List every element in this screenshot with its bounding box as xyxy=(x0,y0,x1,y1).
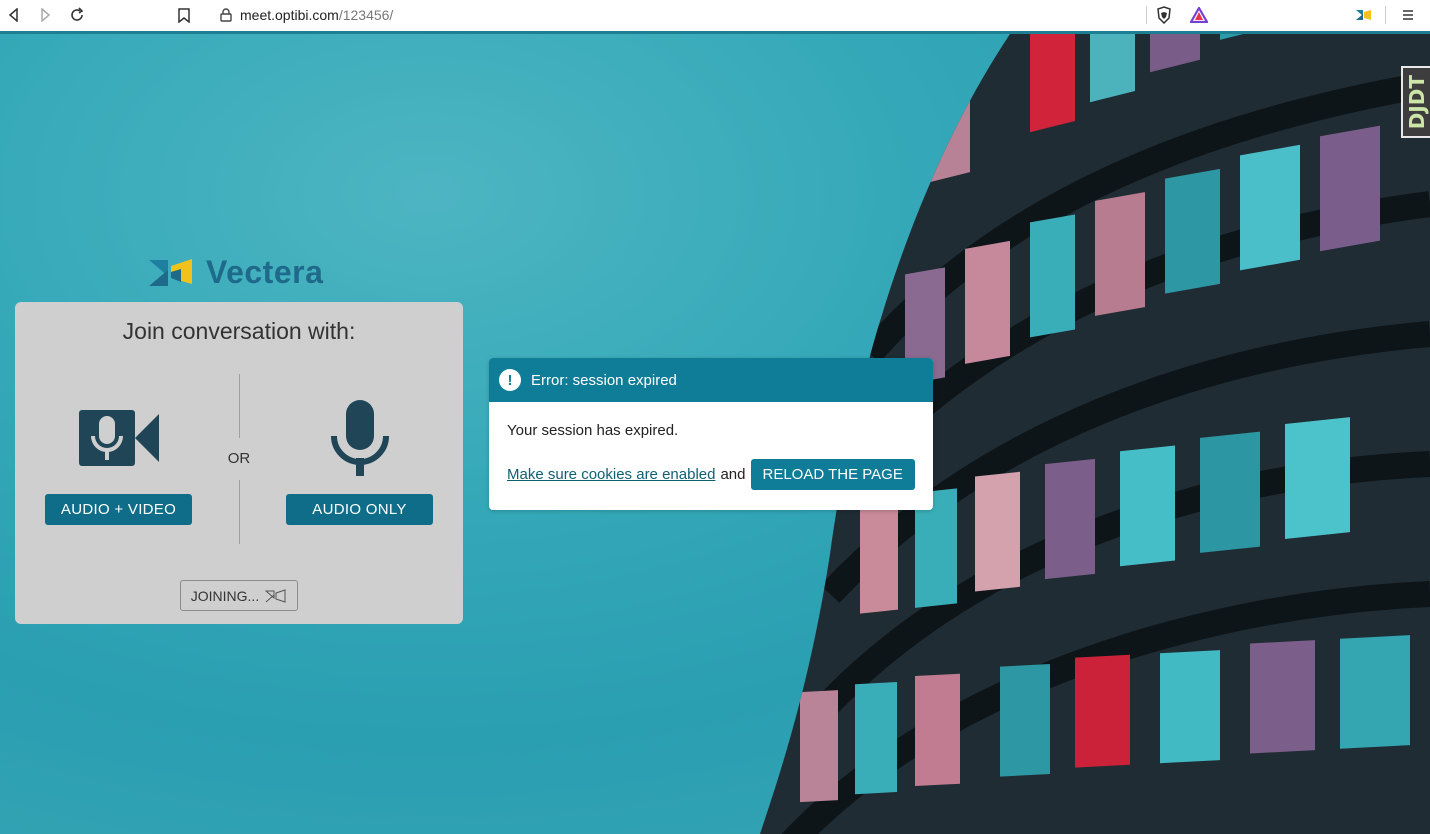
and-text: and xyxy=(720,466,746,483)
camera-icon[interactable] xyxy=(79,408,159,473)
shield-icon xyxy=(1157,6,1171,24)
debug-toolbar-label: DJDT xyxy=(1404,74,1429,130)
audio-video-button[interactable]: AUDIO + VIDEO xyxy=(45,494,192,525)
microphone-icon[interactable] xyxy=(331,400,389,481)
menu-button[interactable] xyxy=(1398,5,1418,25)
joining-label: JOINING... xyxy=(190,587,260,604)
browser-toolbar: meet.optibi.com/123456/ xyxy=(0,0,1430,34)
hamburger-icon xyxy=(1403,10,1413,20)
address-bar[interactable]: meet.optibi.com/123456/ xyxy=(208,3,1216,27)
forward-button[interactable] xyxy=(35,5,55,25)
logo-outline-icon xyxy=(265,588,286,603)
separator-bottom xyxy=(239,480,240,544)
dialog-message: Your session has expired. xyxy=(507,422,679,439)
toolbar-divider xyxy=(1385,6,1386,24)
vectera-extension-icon xyxy=(1356,10,1371,20)
lock-icon xyxy=(220,8,232,22)
join-title: Join conversation with: xyxy=(122,318,356,344)
separator-top xyxy=(239,374,240,438)
cookies-link[interactable]: Make sure cookies are enabled xyxy=(507,466,715,483)
logo-mark-icon xyxy=(149,259,192,286)
brave-shields-button[interactable] xyxy=(1154,5,1174,25)
extension-button[interactable] xyxy=(1354,5,1374,25)
bookmark-button[interactable] xyxy=(174,5,194,25)
brave-rewards-button[interactable] xyxy=(1189,5,1209,25)
rewards-triangle-icon xyxy=(1190,7,1208,23)
reload-browser-button[interactable] xyxy=(67,5,87,25)
dialog-header: ! Error: session expired xyxy=(489,358,933,402)
or-label: OR xyxy=(227,450,251,467)
url-host: meet.optibi.com xyxy=(240,7,339,23)
dialog-title: Error: session expired xyxy=(531,371,677,389)
back-button[interactable] xyxy=(4,5,24,25)
error-dialog: ! Error: session expired Your session ha… xyxy=(489,358,933,510)
logo-text: Vectera xyxy=(206,253,324,290)
join-panel: Join conversation with: OR AUDIO + VIDEO… xyxy=(15,302,463,624)
back-icon xyxy=(8,8,18,22)
url-path: /123456/ xyxy=(338,7,394,23)
debug-toolbar-handle[interactable]: DJDT xyxy=(1401,66,1430,138)
refresh-icon xyxy=(71,7,84,21)
vectera-logo: Vectera xyxy=(148,254,323,290)
audio-only-button[interactable]: AUDIO ONLY xyxy=(286,494,433,525)
forward-icon xyxy=(41,8,51,22)
joining-button[interactable]: JOINING... xyxy=(180,580,298,611)
bookmark-icon xyxy=(178,7,190,23)
toolbar-divider xyxy=(1146,6,1147,24)
reload-page-button[interactable]: RELOAD THE PAGE xyxy=(750,459,915,490)
alert-icon: ! xyxy=(499,369,521,391)
